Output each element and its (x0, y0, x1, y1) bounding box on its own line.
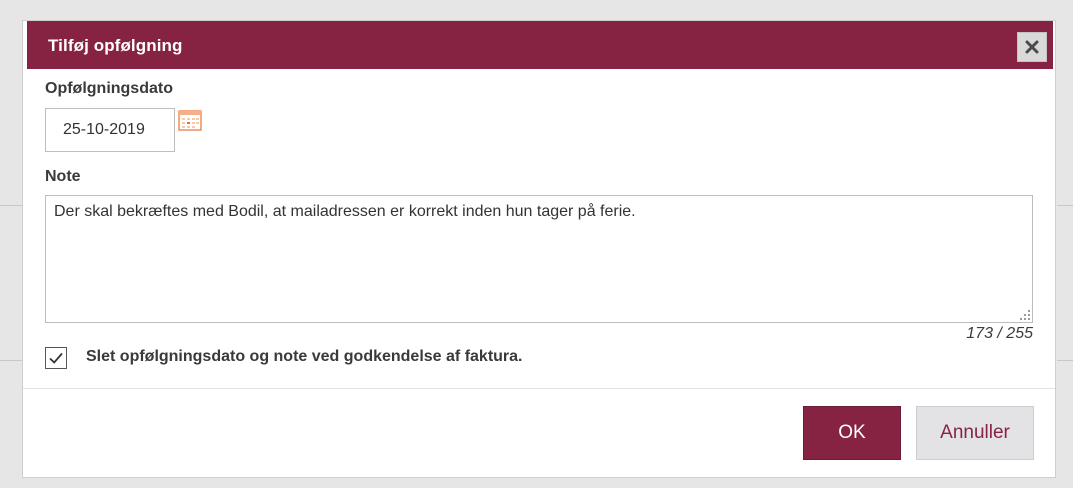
footer-divider (23, 388, 1055, 389)
delete-option-label[interactable]: Slet opfølgningsdato og note ved godkend… (86, 348, 522, 366)
checkmark-icon (49, 352, 63, 364)
background-divider (0, 205, 22, 206)
note-textarea[interactable]: Der skal bekræftes med Bodil, at mailadr… (45, 195, 1033, 323)
delete-option-checkbox[interactable] (45, 347, 67, 369)
resize-grip-icon[interactable] (1020, 310, 1030, 320)
close-x-icon (1025, 40, 1039, 54)
calendar-icon[interactable] (178, 109, 203, 131)
cancel-button[interactable]: Annuller (916, 406, 1034, 460)
add-followup-dialog: Tilføj opfølgning Opfølgningsdato Note D… (22, 20, 1056, 478)
dialog-titlebar: Tilføj opfølgning (27, 21, 1053, 69)
dialog-title: Tilføj opfølgning (48, 36, 183, 55)
followup-date-input[interactable] (45, 108, 175, 152)
background-divider (0, 360, 22, 361)
note-label: Note (45, 168, 81, 185)
background-divider (1057, 205, 1073, 206)
close-button[interactable] (1017, 32, 1047, 62)
character-counter: 173 / 255 (966, 325, 1033, 342)
background-divider (1057, 360, 1073, 361)
ok-button[interactable]: OK (803, 406, 901, 460)
followup-date-label: Opfølgningsdato (45, 80, 173, 97)
